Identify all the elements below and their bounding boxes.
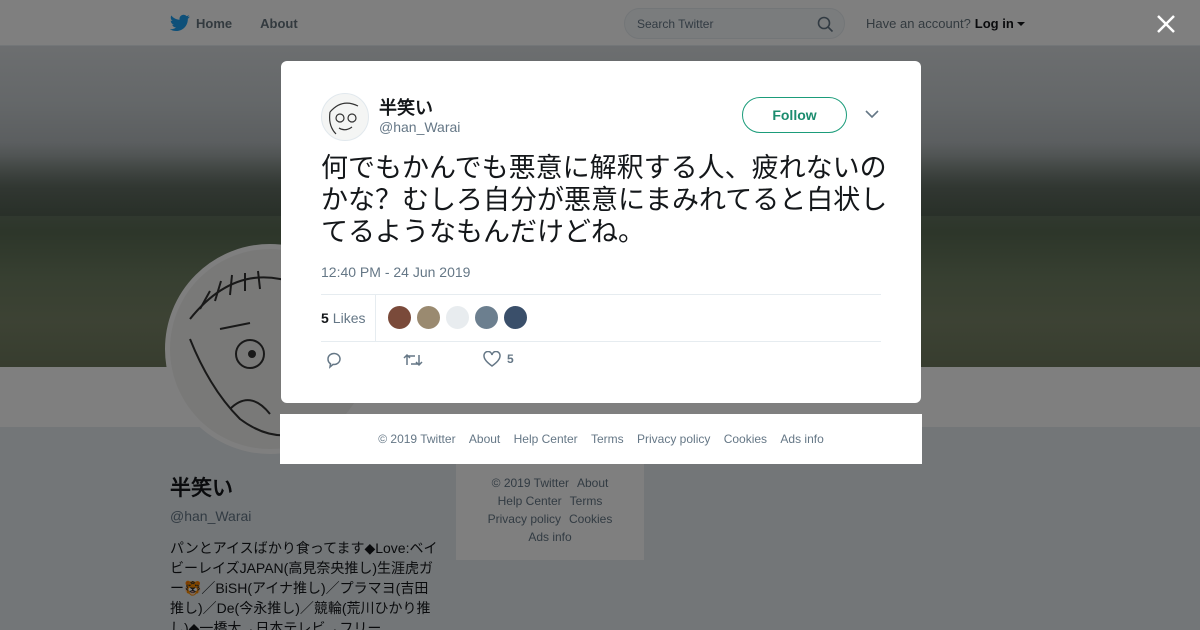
close-icon[interactable] bbox=[1154, 12, 1178, 36]
follow-button[interactable]: Follow bbox=[742, 97, 847, 133]
likes-stat[interactable]: 5 Likes bbox=[321, 310, 365, 326]
liker-avatar[interactable] bbox=[445, 305, 470, 330]
tweet-text: 何でもかんでも悪意に解釈する人、疲れないのかな？むしろ自分が悪意にまみれてると白… bbox=[321, 153, 888, 248]
modal-footer-cookies[interactable]: Cookies bbox=[724, 432, 767, 446]
heart-icon bbox=[483, 351, 501, 367]
reply-action[interactable] bbox=[325, 351, 343, 369]
avatar-drawing-icon bbox=[329, 102, 359, 135]
stats-divider bbox=[375, 295, 376, 341]
reply-icon bbox=[327, 352, 341, 369]
tweet-author-avatar[interactable] bbox=[321, 93, 369, 141]
likers-avatars bbox=[387, 305, 532, 330]
modal-footer-about[interactable]: About bbox=[469, 432, 500, 446]
liker-avatar[interactable] bbox=[387, 305, 412, 330]
modal-footer: © 2019 Twitter About Help Center Terms P… bbox=[280, 414, 922, 464]
likes-count: 5 bbox=[321, 310, 329, 326]
tweet-stats: 5 Likes bbox=[321, 294, 881, 342]
liker-avatar[interactable] bbox=[416, 305, 441, 330]
tweet-actions: 5 bbox=[321, 351, 621, 375]
like-action-count: 5 bbox=[507, 352, 514, 366]
retweet-action[interactable] bbox=[403, 351, 423, 369]
modal-footer-ads[interactable]: Ads info bbox=[780, 432, 823, 446]
liker-avatar[interactable] bbox=[503, 305, 528, 330]
chevron-down-icon[interactable] bbox=[865, 109, 879, 119]
retweet-icon bbox=[403, 353, 423, 367]
modal-footer-terms[interactable]: Terms bbox=[591, 432, 624, 446]
tweet-modal: 半笑い @han_Warai Follow 何でもかんでも悪意に解釈する人、疲れ… bbox=[281, 61, 921, 403]
tweet-timestamp[interactable]: 12:40 PM - 24 Jun 2019 bbox=[321, 264, 470, 280]
modal-footer-help[interactable]: Help Center bbox=[514, 432, 578, 446]
modal-footer-copyright: © 2019 Twitter bbox=[378, 432, 456, 446]
liker-avatar[interactable] bbox=[474, 305, 499, 330]
modal-footer-privacy[interactable]: Privacy policy bbox=[637, 432, 710, 446]
tweet-author-name[interactable]: 半笑い bbox=[379, 94, 433, 120]
likes-label: Likes bbox=[332, 310, 366, 326]
tweet-author-handle[interactable]: @han_Warai bbox=[379, 119, 460, 135]
like-action[interactable]: 5 bbox=[483, 351, 514, 367]
